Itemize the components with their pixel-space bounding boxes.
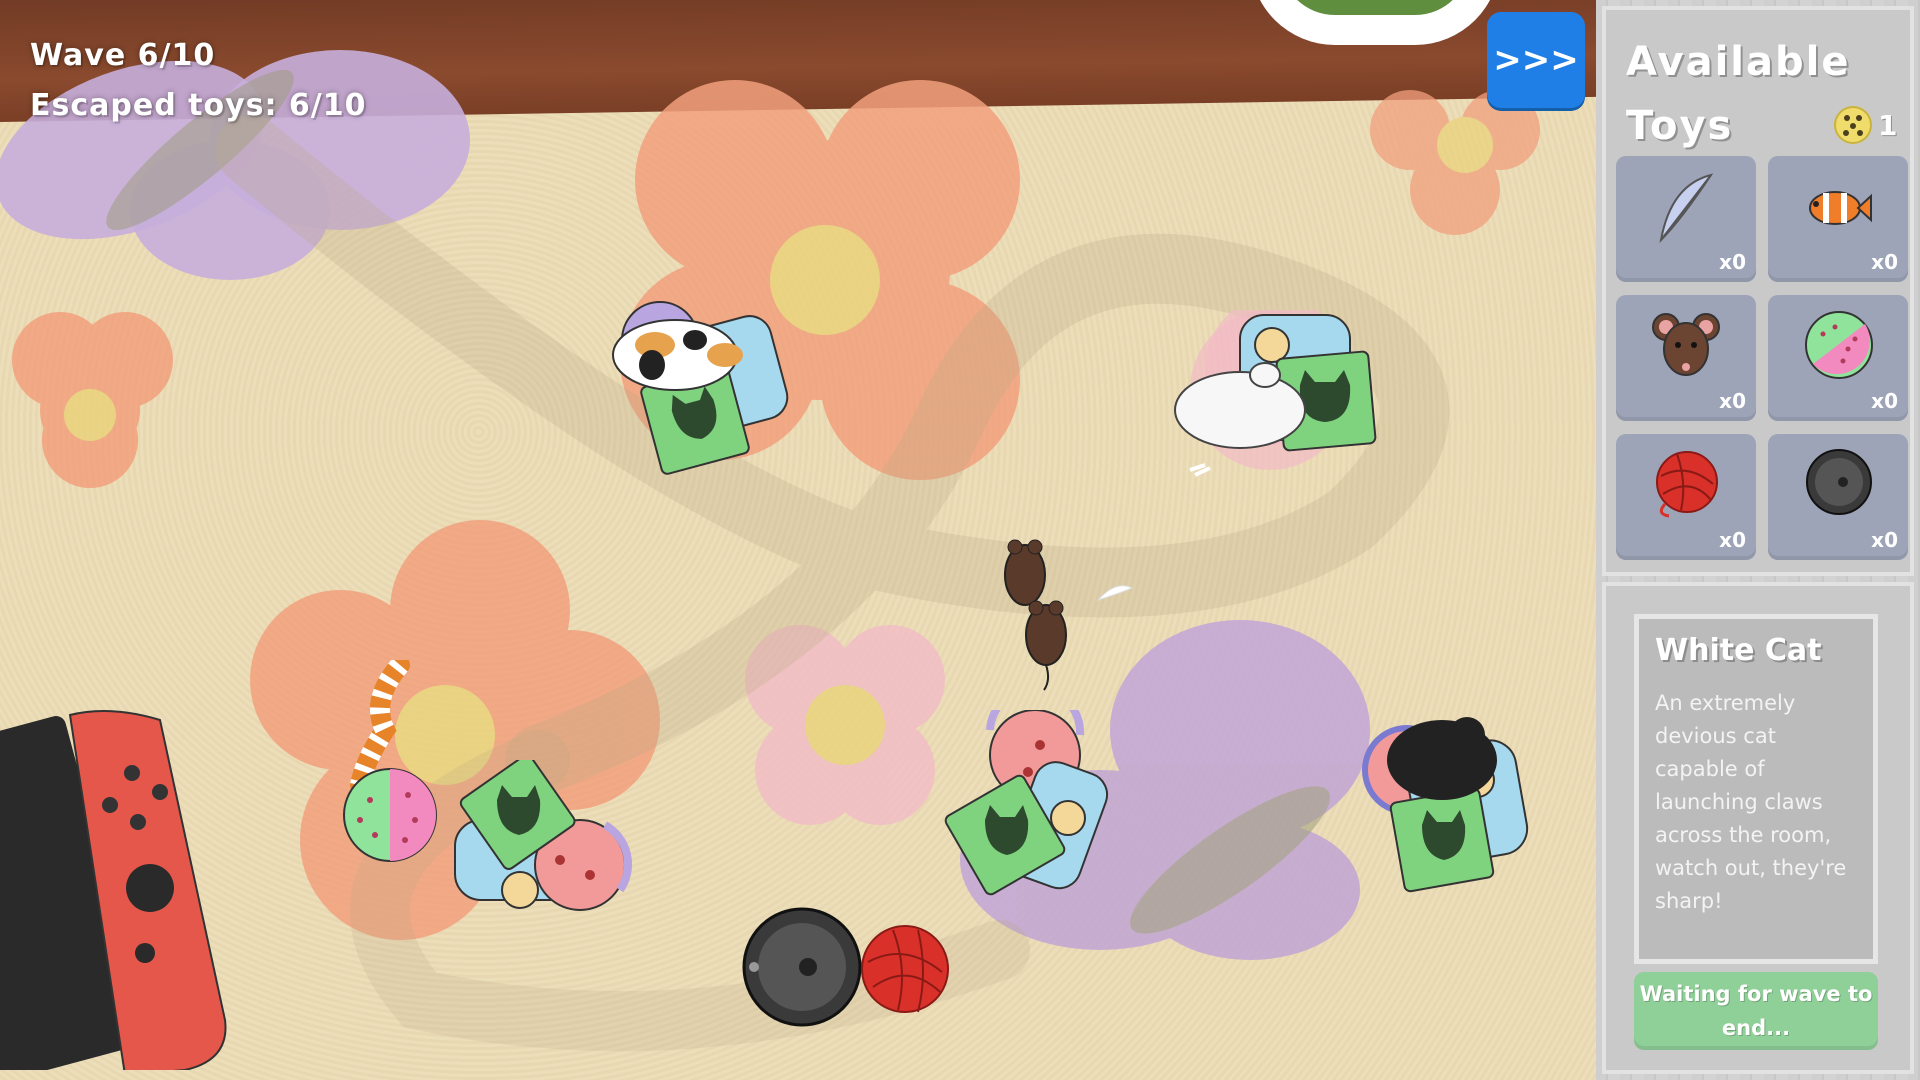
toy-slot-spotted-ball[interactable]: x0	[1768, 295, 1908, 421]
clownfish-icon	[1809, 191, 1872, 225]
yarn-ball-icon	[1656, 451, 1718, 518]
toy-slot-yarn-ball[interactable]: x0	[1616, 434, 1756, 560]
white-cat-tower[interactable]	[1160, 310, 1380, 490]
toy-quantity: x0	[1719, 250, 1746, 274]
available-toys-box: Available Toys 1 x0 x0 x0 x0 x0 x0	[1602, 6, 1914, 576]
toy-quantity: x0	[1719, 528, 1746, 552]
coin-count: 1	[1878, 108, 1898, 142]
escaped-toys-counter: Escaped toys: 6/10	[30, 88, 367, 123]
side-panel: Available Toys 1 x0 x0 x0 x0 x0 x0 White…	[1596, 0, 1920, 1080]
game-controller-decoration	[0, 710, 227, 1070]
paw-cat-tower[interactable]	[450, 760, 650, 930]
toy-slot-robot-vacuum[interactable]: x0	[1768, 434, 1908, 560]
tower-info-card: White Cat An extremely devious cat capab…	[1634, 614, 1878, 964]
toy-slot-feather[interactable]: x0	[1616, 156, 1756, 282]
mouse-enemy	[1025, 600, 1067, 691]
toy-quantity: x0	[1871, 528, 1898, 552]
feather-icon	[1659, 173, 1714, 243]
fast-forward-button[interactable]: >>>	[1487, 12, 1585, 108]
toy-slot-clownfish[interactable]: x0	[1768, 156, 1908, 282]
yarn-ball-enemy	[861, 925, 949, 1013]
coin-counter: 1	[1834, 106, 1897, 144]
cookie-coin-icon	[1834, 106, 1872, 144]
mouse-icon	[1652, 313, 1720, 376]
tower-info-box: White Cat An extremely devious cat capab…	[1602, 582, 1914, 1074]
wave-counter: Wave 6/10	[30, 38, 216, 73]
toy-slot-mouse[interactable]: x0	[1616, 295, 1756, 421]
calico-cat-tower[interactable]	[600, 295, 790, 475]
tower-name: White Cat	[1655, 633, 1822, 668]
tower-description: An extremely devious cat capable of laun…	[1655, 691, 1847, 913]
robot-vacuum-icon	[1806, 449, 1872, 515]
spotted-ball-enemy	[343, 768, 437, 862]
toy-quantity: x0	[1871, 250, 1898, 274]
spotted-ball-icon	[1805, 311, 1873, 379]
claw-projectile	[1096, 585, 1134, 601]
black-cat-tower[interactable]	[1352, 705, 1532, 895]
toy-quantity: x0	[1871, 389, 1898, 413]
robot-vacuum-enemy	[742, 907, 862, 1027]
waiting-status-button[interactable]: Waiting for wave to end...	[1634, 972, 1878, 1050]
play-field[interactable]: Wave 6/10 Escaped toys: 6/10 >>>	[0, 0, 1596, 1080]
toy-quantity: x0	[1719, 389, 1746, 413]
paw-cat-tower[interactable]	[940, 710, 1110, 900]
